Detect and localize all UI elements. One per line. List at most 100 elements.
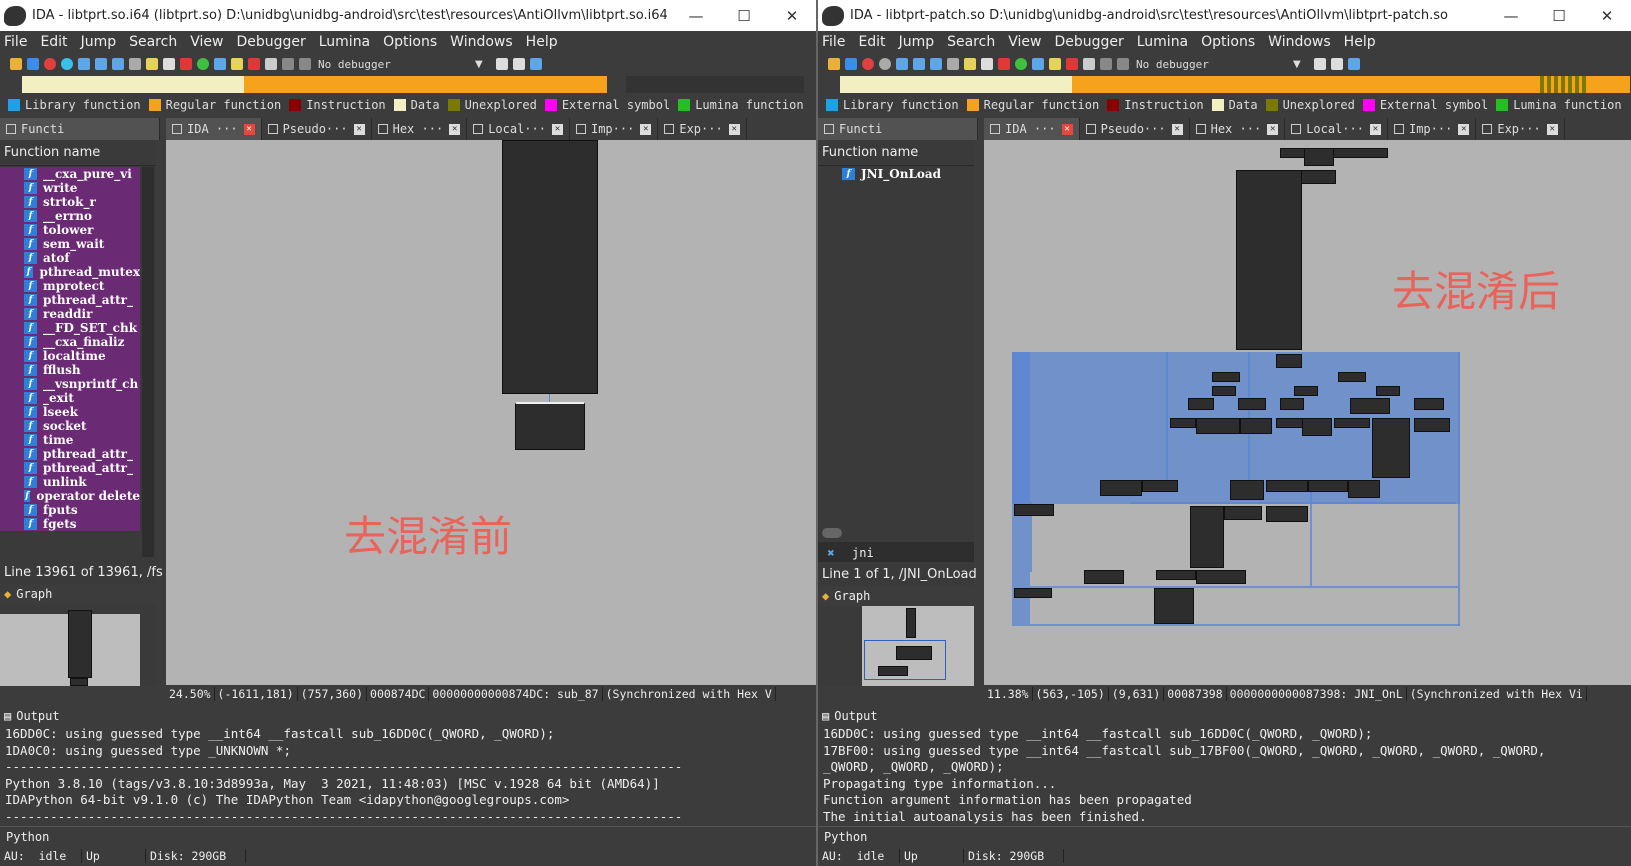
navband-dropdown[interactable] — [626, 76, 804, 93]
code-block[interactable] — [1334, 418, 1370, 428]
function-list[interactable]: f JNI_OnLoad — [818, 167, 972, 527]
output-log[interactable]: 16DD0C: using guessed type __int64 __fas… — [818, 726, 1631, 826]
text-icon[interactable] — [163, 58, 175, 70]
tab-exports[interactable]: Exp··· ✕ — [1476, 118, 1565, 140]
menu-edit[interactable]: Edit — [858, 34, 885, 50]
menu-lumina[interactable]: Lumina — [1137, 34, 1188, 50]
tab-functions[interactable]: Functi — [0, 118, 160, 140]
tab-imports[interactable]: Imp··· ✕ — [1388, 118, 1477, 140]
code-block[interactable] — [1084, 570, 1124, 584]
function-list-item[interactable]: f pthread_attr_ — [0, 447, 140, 461]
breakpoint-icon[interactable] — [998, 58, 1010, 70]
code-block[interactable] — [1156, 570, 1196, 580]
function-name-header[interactable]: Function name — [818, 140, 974, 166]
function-list-item[interactable]: f readdir — [0, 307, 140, 321]
code-block[interactable] — [1212, 372, 1240, 382]
function-list-item[interactable]: f unlink — [0, 475, 140, 489]
function-list-item[interactable]: f __FD_SET_chk — [0, 321, 140, 335]
menu-search[interactable]: Search — [129, 34, 177, 50]
menu-debugger[interactable]: Debugger — [1054, 34, 1123, 50]
graph-overview[interactable] — [0, 604, 156, 686]
code-block[interactable] — [1294, 386, 1318, 396]
tab-local-types[interactable]: Local··· ✕ — [467, 118, 570, 140]
close-icon[interactable]: ✕ — [1171, 123, 1183, 135]
run-icon[interactable] — [1015, 58, 1027, 70]
function-list-item[interactable]: f __errno — [0, 209, 140, 223]
code-block[interactable] — [1196, 418, 1240, 434]
data-icon[interactable] — [95, 58, 107, 70]
graph-view[interactable]: 去混淆前 — [166, 140, 816, 685]
graph-view[interactable]: 去混淆后 — [984, 140, 1631, 685]
code-block[interactable] — [1238, 398, 1266, 410]
menu-jump[interactable]: Jump — [899, 34, 935, 50]
struct-icon[interactable] — [112, 58, 124, 70]
stop-trace-icon[interactable] — [1066, 58, 1078, 70]
chevron-down-icon[interactable]: ▼ — [1293, 59, 1301, 70]
navigation-band[interactable] — [840, 76, 1630, 93]
tab-exports[interactable]: Exp··· ✕ — [658, 118, 747, 140]
function-list-item[interactable]: f pthread_attr_ — [0, 461, 140, 475]
close-icon[interactable]: ✕ — [1369, 123, 1381, 135]
code-block[interactable] — [1230, 480, 1264, 500]
code-block[interactable] — [1224, 506, 1262, 520]
trace-icon[interactable] — [1049, 58, 1061, 70]
menu-lumina[interactable]: Lumina — [319, 34, 370, 50]
function-list-item[interactable]: f strtok_r — [0, 195, 140, 209]
run-icon[interactable] — [197, 58, 209, 70]
function-list[interactable]: f __cxa_pure_vi f write f strtok_r f __errno f to… — [0, 167, 140, 557]
code-block[interactable] — [502, 140, 598, 394]
menu-debugger[interactable]: Debugger — [236, 34, 305, 50]
stop-icon[interactable] — [299, 58, 311, 70]
code-block[interactable] — [1348, 480, 1380, 498]
code-block[interactable] — [1276, 418, 1304, 428]
open-icon[interactable] — [10, 58, 22, 70]
forward-icon[interactable] — [61, 58, 73, 70]
debugger-select[interactable]: No debugger — [318, 58, 470, 71]
graph-icon[interactable] — [1313, 58, 1326, 70]
code-block[interactable] — [1304, 148, 1334, 166]
code-block[interactable] — [1350, 398, 1390, 414]
menu-jump[interactable]: Jump — [81, 34, 117, 50]
stop-trace-icon[interactable] — [248, 58, 260, 70]
copy-icon[interactable] — [512, 58, 525, 70]
search-icon[interactable] — [947, 58, 959, 70]
function-name-header[interactable]: Function name — [0, 140, 156, 166]
copy-icon[interactable] — [1330, 58, 1343, 70]
code-block[interactable] — [1308, 480, 1348, 492]
code-block[interactable] — [1212, 386, 1236, 396]
close-icon[interactable]: ✕ — [728, 123, 740, 135]
function-list-item[interactable]: f fputs — [0, 503, 140, 517]
window-icon[interactable] — [1347, 58, 1360, 70]
close-icon[interactable]: ✕ — [1267, 123, 1279, 135]
tab-pseudocode[interactable]: Pseudo··· ✕ — [1080, 118, 1190, 140]
function-list-item[interactable]: f __cxa_pure_vi — [0, 167, 140, 181]
code-block[interactable] — [1154, 588, 1194, 624]
python-input[interactable]: Python — [0, 826, 816, 846]
step-icon[interactable] — [1032, 58, 1044, 70]
code-block[interactable] — [1170, 418, 1196, 428]
filter-input[interactable]: jni — [844, 546, 874, 560]
step-icon[interactable] — [214, 58, 226, 70]
menu-edit[interactable]: Edit — [40, 34, 67, 50]
tab-ida-view[interactable]: IDA ··· ✕ — [984, 118, 1080, 140]
tab-imports[interactable]: Imp··· ✕ — [570, 118, 659, 140]
graph-overview[interactable] — [818, 606, 974, 686]
debugger-select[interactable]: No debugger — [1136, 58, 1288, 71]
code-block[interactable] — [1142, 480, 1178, 492]
close-icon[interactable]: ✕ — [449, 123, 461, 135]
menu-search[interactable]: Search — [947, 34, 995, 50]
struct-icon[interactable] — [930, 58, 942, 70]
function-list-scrollbar[interactable] — [142, 167, 154, 557]
code-block[interactable] — [1266, 506, 1308, 522]
function-list-item[interactable]: f JNI_OnLoad — [818, 167, 972, 181]
code-block[interactable] — [1196, 570, 1246, 584]
code-block[interactable] — [1236, 170, 1302, 350]
function-list-item[interactable]: f socket — [0, 419, 140, 433]
function-list-item[interactable]: f mprotect — [0, 279, 140, 293]
menu-windows[interactable]: Windows — [450, 34, 513, 50]
clear-filter-icon[interactable]: ✖ — [818, 546, 844, 560]
close-icon[interactable]: ✕ — [551, 123, 563, 135]
maximize-icon[interactable]: ☐ — [720, 7, 768, 25]
code-block[interactable] — [1188, 398, 1214, 410]
close-icon[interactable]: ✕ — [640, 123, 652, 135]
